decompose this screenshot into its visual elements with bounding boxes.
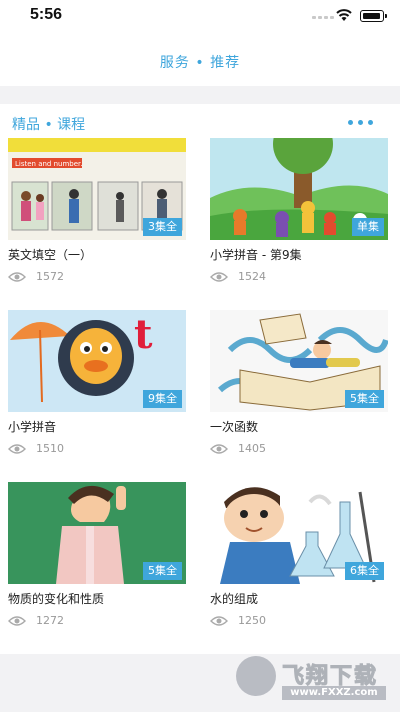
section-title: 精品 • 课程 bbox=[12, 117, 86, 133]
wifi-icon bbox=[336, 9, 352, 21]
view-count-value: 1272 bbox=[36, 614, 64, 627]
signal-icon bbox=[312, 16, 334, 19]
view-count: 1572 bbox=[8, 270, 186, 283]
episode-badge: 6集全 bbox=[345, 562, 384, 580]
course-thumbnail[interactable]: 单集 bbox=[210, 138, 388, 240]
watermark-emblem bbox=[236, 656, 276, 696]
view-count: 1510 bbox=[8, 442, 186, 455]
view-count-value: 1572 bbox=[36, 270, 64, 283]
status-bar: 5:56 bbox=[0, 0, 400, 34]
course-card[interactable]: 6集全 水的组成 1250 bbox=[210, 482, 388, 627]
view-count: 1524 bbox=[210, 270, 388, 283]
course-card[interactable]: 5集全 物质的变化和性质 1272 bbox=[8, 482, 186, 627]
episode-badge: 5集全 bbox=[345, 390, 384, 408]
eye-icon bbox=[210, 615, 228, 626]
course-card[interactable]: 单集 小学拼音 - 第9集 1524 bbox=[210, 138, 388, 283]
course-title[interactable]: 一次函数 bbox=[210, 418, 388, 434]
eye-icon bbox=[8, 271, 26, 282]
listen-label: Listen and number. bbox=[15, 160, 83, 168]
course-thumbnail[interactable]: 6集全 bbox=[210, 482, 388, 584]
course-title[interactable]: 水的组成 bbox=[210, 590, 388, 606]
view-count: 1272 bbox=[8, 614, 186, 627]
course-thumbnail[interactable]: 5集全 bbox=[8, 482, 186, 584]
episode-badge: 9集全 bbox=[143, 390, 182, 408]
course-thumbnail[interactable]: t 9集全 bbox=[8, 310, 186, 412]
course-title[interactable]: 小学拼音 bbox=[8, 418, 186, 434]
view-count-value: 1524 bbox=[238, 270, 266, 283]
watermark-url: www.FXXZ.com bbox=[282, 686, 386, 700]
page-title: 服务 • 推荐 bbox=[159, 55, 241, 71]
eye-icon bbox=[8, 615, 26, 626]
episode-badge: 3集全 bbox=[143, 218, 182, 236]
course-title[interactable]: 小学拼音 - 第9集 bbox=[210, 246, 388, 262]
course-title[interactable]: 英文填空（一） bbox=[8, 246, 186, 262]
eye-icon bbox=[210, 443, 228, 454]
course-card[interactable]: t 9集全 小学拼音 1510 bbox=[8, 310, 186, 455]
view-count-value: 1250 bbox=[238, 614, 266, 627]
view-count-value: 1405 bbox=[238, 442, 266, 455]
course-card[interactable]: Listen and number. 3集全 英文填空（一） 1572 bbox=[8, 138, 186, 283]
course-title[interactable]: 物质的变化和性质 bbox=[8, 590, 186, 606]
course-section: 精品 • 课程 Listen and number. 3集全 英文填空（一） 1… bbox=[0, 104, 400, 654]
eye-icon bbox=[8, 443, 26, 454]
course-thumbnail[interactable]: 5集全 bbox=[210, 310, 388, 412]
page-header: 服务 • 推荐 bbox=[0, 34, 400, 86]
watermark-logo: 飞翔下载 www.FXXZ.com bbox=[232, 652, 392, 704]
view-count: 1405 bbox=[210, 442, 388, 455]
view-count: 1250 bbox=[210, 614, 388, 627]
status-time: 5:56 bbox=[30, 6, 63, 23]
eye-icon bbox=[210, 271, 228, 282]
more-dots-icon[interactable] bbox=[348, 120, 373, 125]
course-card[interactable]: 5集全 一次函数 1405 bbox=[210, 310, 388, 455]
view-count-value: 1510 bbox=[36, 442, 64, 455]
battery-icon bbox=[360, 10, 387, 22]
pinyin-letter: t bbox=[134, 311, 153, 358]
episode-badge: 单集 bbox=[352, 218, 384, 236]
episode-badge: 5集全 bbox=[143, 562, 182, 580]
course-thumbnail[interactable]: Listen and number. 3集全 bbox=[8, 138, 186, 240]
